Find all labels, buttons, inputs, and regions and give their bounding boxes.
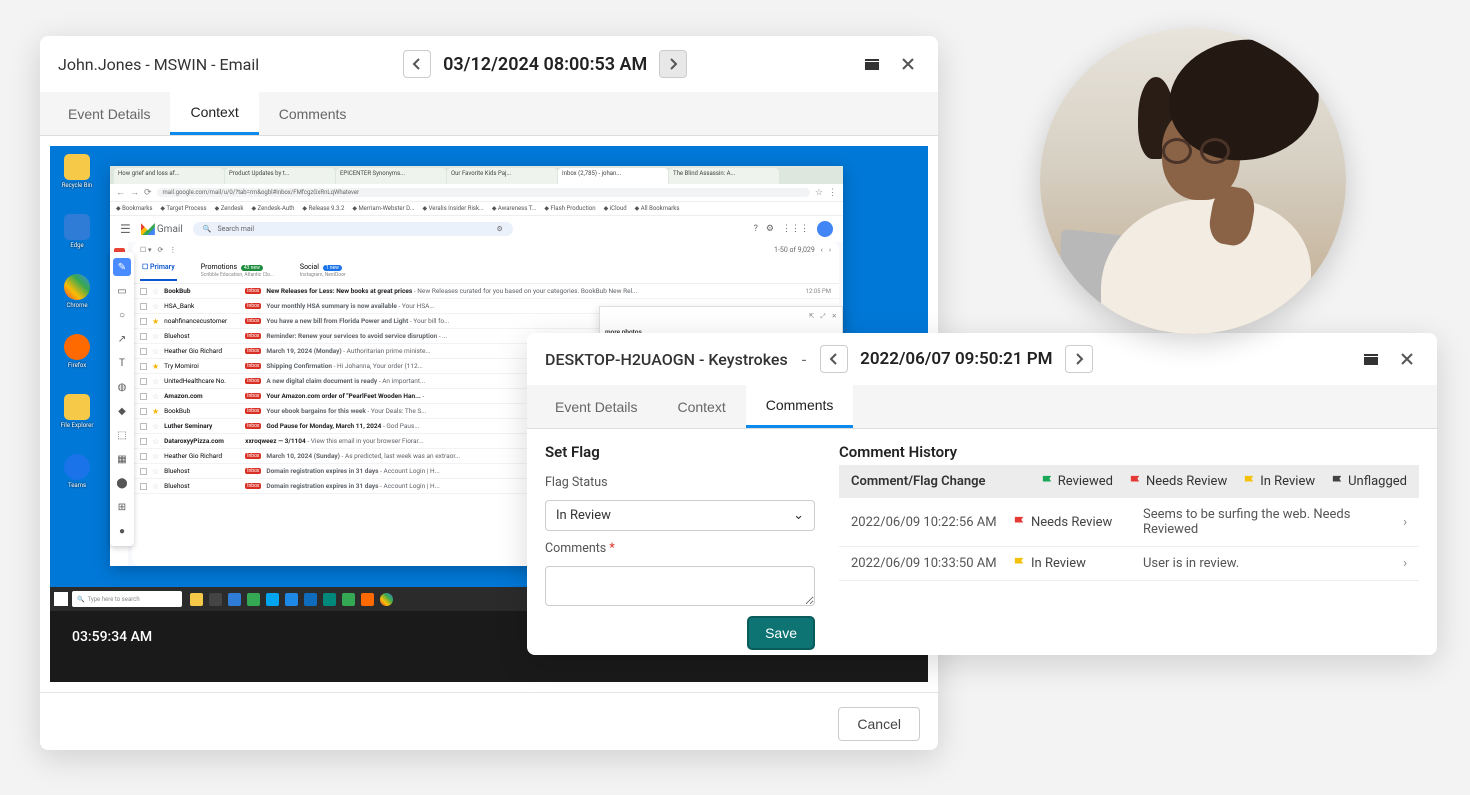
gmail-header: ☰ Gmail 🔍 Search mail ⚙ ?⚙⋮⋮⋮ — [110, 216, 843, 242]
bookmark-item: ◆ All Bookmarks — [635, 205, 680, 212]
bookmark-item: ◆ Flash Production — [544, 205, 595, 212]
keystrokes-comments-modal: DESKTOP-H2UAOGN - Keystrokes - 2022/06/0… — [527, 333, 1437, 655]
browser-tab: Product Updates by t... — [225, 168, 335, 184]
comments-textarea[interactable] — [545, 566, 815, 606]
gmail-search: 🔍 Search mail ⚙ — [193, 222, 513, 236]
gmail-categories: ☐ Primary Promotions 43 newScribble Educ… — [132, 258, 839, 284]
avatar — [817, 221, 833, 237]
modal-header: John.Jones - MSWIN - Email 03/12/2024 08… — [40, 36, 938, 92]
gmail-logo: Gmail — [141, 222, 183, 236]
flag-icon — [1129, 475, 1142, 488]
tool-icon[interactable]: ⬚ — [113, 426, 131, 444]
tool-icon[interactable]: ● — [113, 522, 131, 540]
bookmarks-bar: ◆ Bookmarks ◆ Target Process ◆ Zendesk ◆ Ze… — [110, 202, 843, 216]
close-icon[interactable] — [1395, 347, 1419, 371]
browser-tab: EPICENTER Synonyms... — [336, 168, 446, 184]
chevron-down-icon: ⌄ — [793, 508, 804, 523]
flag-status-label: Flag Status — [545, 475, 815, 490]
taskbar-search: 🔍Type here to search — [72, 591, 182, 607]
prev-button[interactable] — [403, 50, 431, 78]
bookmark-item: ◆ Release 9.3.2 — [302, 205, 344, 212]
browser-tab: How grief and loss af... — [114, 168, 224, 184]
tab-context[interactable]: Context — [657, 385, 745, 428]
modal-footer: Cancel — [40, 692, 938, 755]
bookmark-item: ◆ Bookmarks — [116, 205, 152, 212]
tab-event-details[interactable]: Event Details — [48, 92, 170, 135]
playback-time: 03:59:34 AM — [72, 629, 152, 645]
desktop-icon: File Explorer — [58, 394, 96, 436]
bookmark-item: ◆ Merriam-Webster D... — [352, 205, 414, 212]
tool-icon[interactable]: ⊞ — [113, 498, 131, 516]
comment-history-panel: Comment History Comment/Flag Change Revi… — [839, 443, 1419, 650]
flag-status-select[interactable]: In Review ⌄ — [545, 500, 815, 531]
minimize-icon[interactable] — [1359, 347, 1383, 371]
desktop-icon: Firefox — [58, 334, 96, 376]
bookmark-item: ◆ Veralis Insider Risk... — [423, 205, 484, 212]
arrow-icon[interactable]: ↗ — [113, 330, 131, 348]
desktop-icon: Chrome — [58, 274, 96, 316]
annotation-toolbar: ✎ ▭ ○ ↗ T ◍ ◆ ⬚ ▦ ⬤ ⊞ ● — [110, 252, 134, 546]
browser-url-bar: ← → ⟳ mail.google.com/mail/u/0/?tab=rm&o… — [110, 184, 843, 202]
tool-icon[interactable]: ◆ — [113, 402, 131, 420]
set-flag-title: Set Flag — [545, 443, 815, 461]
bookmark-item: ◆ Zendesk-Auth — [251, 205, 294, 212]
tool-icon[interactable]: ⬤ — [113, 474, 131, 492]
circle-icon[interactable]: ○ — [113, 306, 131, 324]
next-button[interactable] — [1065, 345, 1093, 373]
next-button[interactable] — [659, 50, 687, 78]
modal-title: DESKTOP-H2UAOGN - Keystrokes — [545, 350, 788, 369]
search-icon: 🔍 — [203, 225, 212, 233]
event-timestamp: 03/12/2024 08:00:53 AM — [443, 54, 647, 75]
tab-comments[interactable]: Comments — [746, 385, 854, 428]
flag-icon — [1243, 475, 1256, 488]
text-icon[interactable]: T — [113, 354, 131, 372]
desktop-icon: Teams — [58, 454, 96, 496]
set-flag-panel: Set Flag Flag Status In Review ⌄ Comment… — [545, 443, 815, 650]
modal-title: John.Jones - MSWIN - Email — [58, 55, 259, 74]
bookmark-item: ◆ iCloud — [604, 205, 627, 212]
save-button[interactable]: Save — [747, 616, 815, 650]
modal-tabs: Event Details Context Comments — [527, 385, 1437, 429]
user-photo — [1040, 28, 1346, 334]
back-icon: ← — [116, 187, 125, 198]
bookmark-item: ◆ Target Process — [160, 205, 206, 212]
pencil-icon[interactable]: ✎ — [113, 258, 131, 276]
tab-event-details[interactable]: Event Details — [535, 385, 657, 428]
email-row: ☆BookBubInboxNew Releases for Less: New … — [132, 284, 839, 299]
history-row[interactable]: 2022/06/09 10:33:50 AMIn ReviewUser is i… — [839, 547, 1419, 581]
tab-comments[interactable]: Comments — [259, 92, 367, 135]
forward-icon: → — [130, 187, 139, 198]
close-icon[interactable] — [896, 52, 920, 76]
start-icon — [54, 592, 68, 606]
bookmark-item: ◆ Zendesk — [215, 205, 244, 212]
modal-tabs: Event Details Context Comments — [40, 92, 938, 136]
flag-icon — [1041, 475, 1054, 488]
minimize-icon[interactable] — [860, 52, 884, 76]
history-title: Comment History — [839, 443, 1419, 461]
tool-icon[interactable]: ▦ — [113, 450, 131, 468]
history-row[interactable]: 2022/06/09 10:22:56 AMNeeds ReviewSeems … — [839, 498, 1419, 547]
modal-header: DESKTOP-H2UAOGN - Keystrokes - 2022/06/0… — [527, 333, 1437, 385]
browser-tab: The Blind Assassin: A... — [669, 168, 779, 184]
comments-label: Comments * — [545, 541, 815, 556]
event-timestamp: 2022/06/07 09:50:21 PM — [860, 349, 1052, 369]
desktop-icon: Edge — [58, 214, 96, 256]
comments-body: Set Flag Flag Status In Review ⌄ Comment… — [527, 429, 1437, 664]
browser-tab: Inbox (2,785) - johan... — [558, 168, 668, 184]
cancel-button[interactable]: Cancel — [838, 707, 920, 741]
desktop-icon: Recycle Bin — [58, 154, 96, 196]
browser-tab: Our Favorite Kids Paj... — [447, 168, 557, 184]
flag-icon — [1331, 475, 1344, 488]
history-header: Comment/Flag Change Reviewed Needs Revie… — [839, 465, 1419, 498]
bookmark-item: ◆ Awareness T... — [492, 205, 537, 212]
rect-icon[interactable]: ▭ — [113, 282, 131, 300]
reload-icon: ⟳ — [144, 188, 152, 198]
history-rows: 2022/06/09 10:22:56 AMNeeds ReviewSeems … — [839, 498, 1419, 581]
url-field: mail.google.com/mail/u/0/?tab=rm&ogbl#in… — [157, 188, 810, 197]
browser-tab-strip: How grief and loss af...Product Updates … — [110, 166, 843, 184]
prev-button[interactable] — [820, 345, 848, 373]
desktop-icon-column: Recycle Bin Edge Chrome Firefox File Exp… — [58, 154, 96, 496]
tab-context[interactable]: Context — [170, 92, 258, 135]
blur-icon[interactable]: ◍ — [113, 378, 131, 396]
